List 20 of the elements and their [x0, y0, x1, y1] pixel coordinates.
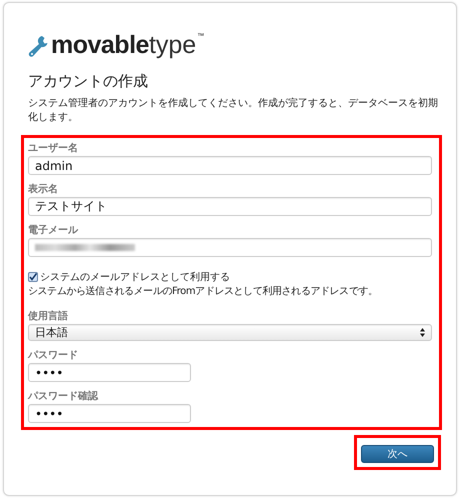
field-label: ユーザー名	[28, 143, 79, 155]
input-field[interactable]: admin	[28, 156, 432, 175]
field-label: パスワード	[28, 350, 79, 362]
wrench-icon	[28, 34, 48, 56]
input-field[interactable]: テストサイト	[28, 197, 432, 216]
hint-text: システムから送信されるメールのFromアドレスとして利用されるアドレスです。	[28, 285, 379, 298]
select-arrows-icon	[420, 328, 425, 337]
description-text: システム管理者のアカウントを作成してください。作成が完了すると、データベースを初期化します。	[28, 97, 439, 125]
page-heading: アカウントの作成	[28, 72, 149, 91]
password-field[interactable]: ••••	[28, 404, 191, 423]
language-select[interactable]: 日本語	[28, 324, 432, 341]
input-field[interactable]	[28, 238, 432, 257]
checkbox-label: システムのメールアドレスとして利用する	[40, 270, 230, 284]
field-label: パスワード確認	[28, 391, 100, 403]
next-button[interactable]: 次へ	[361, 445, 434, 463]
password-field[interactable]: ••••	[28, 363, 191, 382]
field-label: 電子メール	[28, 225, 80, 237]
field-label: 使用言語	[28, 311, 69, 323]
checkbox[interactable]	[28, 272, 38, 282]
field-label: 表示名	[28, 184, 59, 196]
